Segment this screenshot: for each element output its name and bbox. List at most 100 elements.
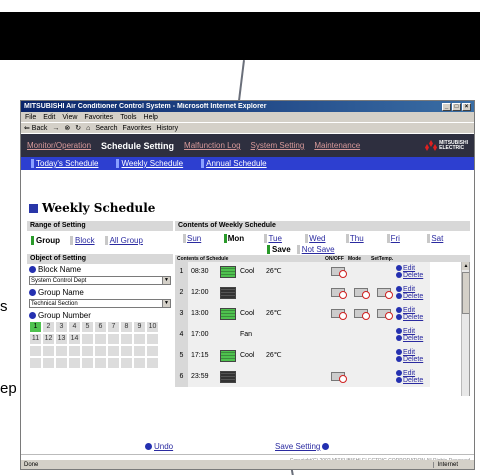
subnav-todays-schedule[interactable]: Today's Schedule <box>31 159 98 168</box>
group-number-cell[interactable] <box>108 346 119 356</box>
day-tab-mon[interactable]: Mon <box>223 234 265 243</box>
home-icon[interactable]: ⌂ <box>86 125 90 132</box>
nav-maintenance[interactable]: Maintenance <box>314 141 360 150</box>
edit-link[interactable]: Edit <box>396 307 430 314</box>
day-tab-sun[interactable]: Sun <box>183 234 224 243</box>
block-name-select[interactable]: System Control Dept ▼ <box>29 276 171 285</box>
edit-link[interactable]: Edit <box>396 349 430 356</box>
not-save-tab[interactable]: Not Save <box>296 245 335 254</box>
prohibit-mode-icon <box>349 282 372 303</box>
group-number-cell[interactable] <box>56 358 67 368</box>
group-number-cell[interactable] <box>121 358 132 368</box>
group-number-cell[interactable] <box>95 334 106 344</box>
group-number-cell[interactable] <box>82 346 93 356</box>
group-number-cell[interactable] <box>56 346 67 356</box>
stop-icon[interactable]: ⊗ <box>64 124 70 132</box>
group-number-cell[interactable] <box>82 334 93 344</box>
group-number-cell[interactable] <box>30 346 41 356</box>
group-number-cell[interactable] <box>108 334 119 344</box>
nav-schedule-setting[interactable]: Schedule Setting <box>101 141 174 151</box>
minimize-button[interactable]: _ <box>442 102 451 111</box>
group-number-cell[interactable] <box>108 358 119 368</box>
group-number-cell[interactable]: 4 <box>69 322 80 332</box>
range-tab-group[interactable]: Group <box>31 236 60 245</box>
menu-edit[interactable]: Edit <box>43 114 55 121</box>
nav-malfunction-log[interactable]: Malfunction Log <box>184 141 240 150</box>
maximize-button[interactable]: □ <box>452 102 461 111</box>
group-number-cell[interactable]: 1 <box>30 322 41 332</box>
group-number-cell[interactable] <box>147 334 158 344</box>
menu-file[interactable]: File <box>25 114 36 121</box>
back-button[interactable]: ⇐ Back <box>24 124 47 132</box>
range-tab-all-group[interactable]: All Group <box>104 236 143 245</box>
group-number-cell[interactable] <box>95 358 106 368</box>
edit-link[interactable]: Edit <box>396 265 430 272</box>
group-number-cell[interactable]: 8 <box>121 322 132 332</box>
delete-link[interactable]: Delete <box>396 293 430 300</box>
day-tab-tue[interactable]: Tue <box>264 234 305 243</box>
group-number-cell[interactable]: 5 <box>82 322 93 332</box>
delete-link[interactable]: Delete <box>396 356 430 363</box>
group-number-cell[interactable]: 11 <box>30 334 41 344</box>
group-name-select[interactable]: Technical Section ▼ <box>29 299 171 308</box>
menu-favorites[interactable]: Favorites <box>84 114 113 121</box>
delete-link[interactable]: Delete <box>396 335 430 342</box>
group-number-cell[interactable] <box>82 358 93 368</box>
group-number-cell[interactable] <box>95 346 106 356</box>
subnav-annual-schedule[interactable]: Annual Schedule <box>201 159 267 168</box>
schedule-scrollbar[interactable]: ▲ <box>461 262 469 396</box>
group-number-cell[interactable]: 10 <box>147 322 158 332</box>
scroll-up-icon[interactable]: ▲ <box>462 262 469 270</box>
group-number-cell[interactable] <box>134 334 145 344</box>
nav-system-setting[interactable]: System Setting <box>251 141 305 150</box>
forward-icon[interactable]: → <box>52 125 59 132</box>
close-button[interactable]: × <box>462 102 471 111</box>
group-number-cell[interactable]: 12 <box>43 334 54 344</box>
save-setting-button[interactable]: Save Setting <box>275 442 330 451</box>
delete-link[interactable]: Delete <box>396 272 430 279</box>
group-number-cell[interactable] <box>134 358 145 368</box>
edit-link[interactable]: Edit <box>396 328 430 335</box>
nav-monitor[interactable]: Monitor/Operation <box>27 141 91 150</box>
group-number-cell[interactable] <box>147 346 158 356</box>
search-button[interactable]: Search <box>95 125 117 132</box>
menu-help[interactable]: Help <box>144 114 158 121</box>
edit-link[interactable]: Edit <box>396 370 430 377</box>
group-number-cell[interactable]: 3 <box>56 322 67 332</box>
group-number-cell[interactable] <box>43 346 54 356</box>
group-number-cell[interactable] <box>30 358 41 368</box>
group-number-cell[interactable] <box>121 334 132 344</box>
delete-link[interactable]: Delete <box>396 314 430 321</box>
row-temp: 26℃ <box>266 345 293 366</box>
delete-link[interactable]: Delete <box>396 377 430 384</box>
day-tab-thu[interactable]: Thu <box>345 234 387 243</box>
group-number-cell[interactable] <box>121 346 132 356</box>
group-number-cell[interactable]: 7 <box>108 322 119 332</box>
undo-button[interactable]: Undo <box>145 442 173 451</box>
subnav-weekly-schedule[interactable]: Weekly Schedule <box>116 159 183 168</box>
group-number-cell[interactable]: 6 <box>95 322 106 332</box>
group-number-cell[interactable] <box>43 358 54 368</box>
day-tab-fri[interactable]: Fri <box>386 234 428 243</box>
refresh-icon[interactable]: ↻ <box>75 124 81 132</box>
group-number-cell[interactable] <box>147 358 158 368</box>
save-tab[interactable]: Save <box>267 245 291 254</box>
row-actions: Edit Delete <box>395 324 430 345</box>
range-tab-block[interactable]: Block <box>70 236 95 245</box>
scroll-thumb[interactable] <box>462 272 469 314</box>
group-number-cell[interactable]: 2 <box>43 322 54 332</box>
menu-view[interactable]: View <box>62 114 77 121</box>
history-button[interactable]: History <box>156 125 178 132</box>
day-tab-wed[interactable]: Wed <box>305 234 346 243</box>
menu-tools[interactable]: Tools <box>120 114 136 121</box>
group-number-cell[interactable] <box>69 358 80 368</box>
group-number-cell[interactable]: 14 <box>69 334 80 344</box>
group-number-cell[interactable] <box>69 346 80 356</box>
edit-link[interactable]: Edit <box>396 286 430 293</box>
group-number-cell[interactable]: 13 <box>56 334 67 344</box>
group-number-cell[interactable] <box>134 346 145 356</box>
group-number-cell[interactable]: 9 <box>134 322 145 332</box>
favorites-button[interactable]: Favorites <box>123 125 152 132</box>
row-mode <box>240 366 266 387</box>
day-tab-sat[interactable]: Sat <box>427 234 468 243</box>
